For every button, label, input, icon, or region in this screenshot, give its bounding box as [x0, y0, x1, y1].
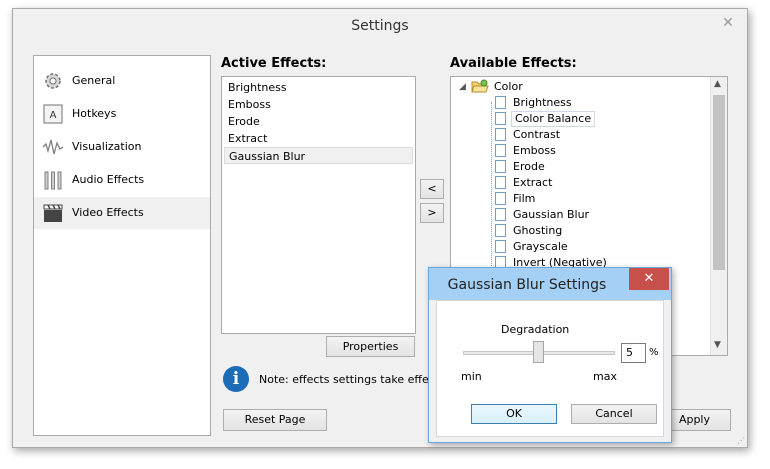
tree-scrollbar[interactable]: ▲ ▼	[710, 77, 727, 355]
reset-page-button[interactable]: Reset Page	[223, 409, 327, 431]
tree-item-focused[interactable]: Color Balance	[511, 111, 596, 127]
info-icon: i	[223, 366, 249, 392]
equalizer-icon	[44, 171, 62, 190]
waveform-icon	[42, 139, 64, 155]
clapperboard-icon	[43, 204, 63, 222]
tree-item[interactable]: Brightness	[513, 95, 572, 111]
tree-item[interactable]: Gaussian Blur	[513, 207, 589, 223]
sidebar-item-audio-effects[interactable]: Audio Effects	[34, 164, 210, 196]
resize-grip-icon[interactable]: ⋰	[737, 436, 745, 445]
tree-item[interactable]: Emboss	[513, 143, 556, 159]
active-effects-list[interactable]: Brightness Emboss Erode Extract Gaussian…	[221, 76, 416, 334]
dialog-title-bar[interactable]: Gaussian Blur Settings ✕	[429, 268, 671, 300]
ok-button[interactable]: OK	[471, 404, 557, 424]
scroll-up-arrow-icon[interactable]: ▲	[714, 79, 721, 89]
effect-document-icon	[495, 240, 506, 253]
effect-document-icon	[495, 160, 506, 173]
scroll-down-arrow-icon[interactable]: ▼	[714, 340, 721, 350]
settings-sidebar: General A Hotkeys Visualization Audio Ef…	[33, 55, 211, 436]
gear-icon	[45, 73, 61, 89]
effect-document-icon	[495, 192, 506, 205]
effect-document-icon	[495, 224, 506, 237]
gaussian-blur-settings-dialog: Gaussian Blur Settings ✕ Degradation 5 %…	[428, 267, 672, 443]
list-item[interactable]: Erode	[224, 113, 413, 130]
list-item[interactable]: Extract	[224, 130, 413, 147]
remove-effect-button[interactable]: >	[420, 203, 444, 223]
tree-group-color[interactable]: Color	[494, 79, 523, 95]
note-text: Note: effects settings take effect i	[259, 373, 429, 386]
effect-document-icon	[495, 128, 506, 141]
dialog-body: Degradation 5 % min max OK Cancel	[436, 300, 664, 437]
sidebar-item-label: Visualization	[72, 140, 142, 153]
slider-min-label: min	[461, 370, 482, 383]
sidebar-item-label: Hotkeys	[72, 107, 117, 120]
svg-text:A: A	[50, 110, 57, 121]
degradation-label: Degradation	[501, 323, 570, 336]
tree-item[interactable]: Extract	[513, 175, 552, 191]
effect-document-icon	[495, 96, 506, 109]
title-bar[interactable]: Settings ✕	[13, 9, 747, 41]
window-close-button[interactable]: ✕	[713, 13, 743, 33]
properties-button[interactable]: Properties	[326, 336, 415, 357]
sidebar-item-hotkeys[interactable]: A Hotkeys	[34, 98, 210, 130]
scrollbar-thumb[interactable]	[713, 95, 725, 270]
window-title: Settings	[351, 18, 409, 34]
cancel-button[interactable]: Cancel	[571, 404, 657, 424]
keyboard-key-icon: A	[43, 104, 63, 124]
open-folder-icon	[471, 79, 489, 93]
add-effect-button[interactable]: <	[420, 179, 444, 199]
sidebar-item-label: Audio Effects	[72, 173, 145, 186]
sidebar-item-general[interactable]: General	[34, 65, 210, 97]
effect-document-icon	[495, 144, 506, 157]
degradation-slider-thumb[interactable]	[533, 341, 544, 363]
percent-unit: %	[649, 347, 659, 358]
list-item[interactable]: Gaussian Blur	[224, 147, 413, 164]
slider-max-label: max	[593, 370, 617, 383]
tree-item[interactable]: Film	[513, 191, 535, 207]
tree-item[interactable]: Erode	[513, 159, 545, 175]
sidebar-item-label: Video Effects	[72, 206, 144, 219]
effect-document-icon	[495, 176, 506, 189]
tree-guide-line	[491, 102, 492, 272]
tree-item[interactable]: Ghosting	[513, 223, 562, 239]
sidebar-item-label: General	[72, 74, 116, 87]
dialog-close-button[interactable]: ✕	[629, 268, 669, 290]
available-effects-heading: Available Effects:	[450, 56, 577, 71]
dialog-title: Gaussian Blur Settings	[447, 277, 607, 293]
sidebar-item-visualization[interactable]: Visualization	[34, 131, 210, 163]
effect-document-icon	[495, 208, 506, 221]
tree-item[interactable]: Contrast	[513, 127, 560, 143]
tree-expander-icon[interactable]: ◢	[459, 79, 466, 95]
list-item[interactable]: Brightness	[224, 79, 413, 96]
tree-item[interactable]: Grayscale	[513, 239, 568, 255]
sidebar-item-video-effects[interactable]: Video Effects	[34, 197, 210, 229]
effect-document-icon	[495, 112, 506, 125]
degradation-value-input[interactable]: 5	[621, 343, 646, 363]
active-effects-heading: Active Effects:	[221, 56, 327, 71]
list-item[interactable]: Emboss	[224, 96, 413, 113]
